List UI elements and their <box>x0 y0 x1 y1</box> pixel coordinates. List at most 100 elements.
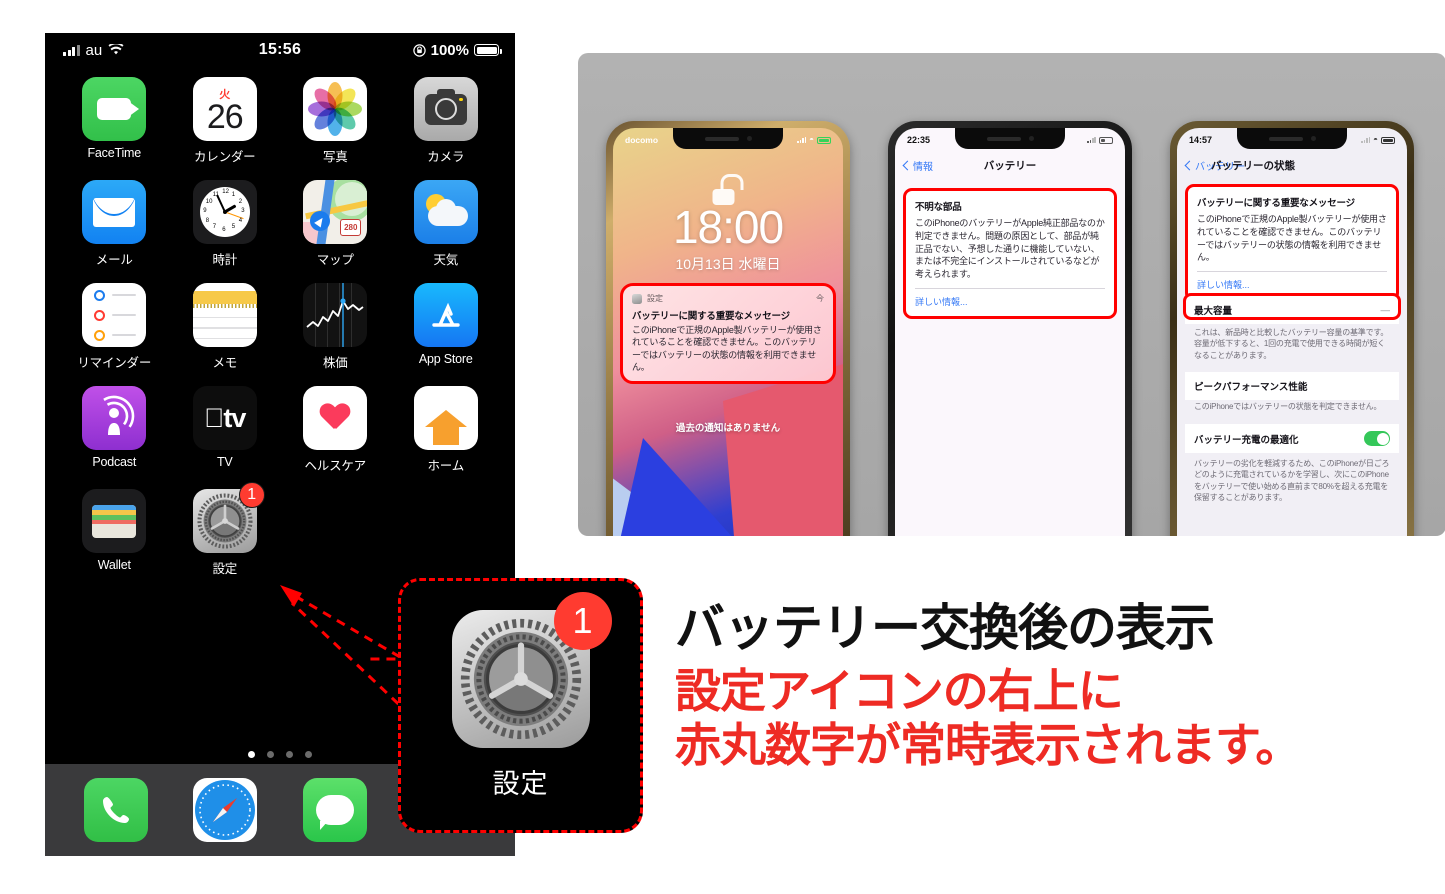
settings-icon-callout: 1 設定 <box>398 578 643 833</box>
app-appstore[interactable]: App Store <box>391 283 502 371</box>
app-podcasts[interactable]: Podcast <box>59 386 170 474</box>
notification-header: 設定 今 <box>632 293 824 304</box>
phone-icon[interactable] <box>83 778 148 842</box>
app-health[interactable]: ヘルスケア <box>280 386 391 474</box>
card-body: このiPhoneのバッテリーがApple純正部品なのか判定できません。問題の原因… <box>915 218 1105 280</box>
max-capacity-value: — <box>1380 304 1391 316</box>
app-notes[interactable]: メモ <box>170 283 281 371</box>
lockscreen-screen: docomo ◓ 18:00 10月13日 水曜日 設定 今 バッテリーに関する… <box>613 128 843 536</box>
cellular-bars-icon <box>1087 137 1096 143</box>
battery-notification[interactable]: 設定 今 バッテリーに関する重要なメッセージ このiPhoneで正規のApple… <box>620 283 836 384</box>
back-button[interactable]: 情報 <box>902 158 933 173</box>
battery-icon <box>1099 136 1113 144</box>
app-label: Wallet <box>97 558 131 572</box>
carrier-label: docomo <box>625 135 659 145</box>
three-phones-photo: docomo ◓ 18:00 10月13日 水曜日 設定 今 バッテリーに関する… <box>578 53 1445 536</box>
app-reminders[interactable]: リマインダー <box>59 283 170 371</box>
app-label: App Store <box>418 352 473 366</box>
important-message-card: バッテリーに関する重要なメッセージ このiPhoneで正規のApple製バッテリ… <box>1185 184 1399 303</box>
app-photos[interactable]: 写真 <box>280 77 391 165</box>
optimized-charging-label: バッテリー充電の最適化 <box>1194 434 1299 446</box>
tv-icon: tv <box>192 386 257 450</box>
app-calendar[interactable]: 火 26 カレンダー <box>170 77 281 165</box>
page-dot-3[interactable] <box>286 751 293 758</box>
wifi-icon: ◓ <box>1373 135 1378 144</box>
more-info-link[interactable]: 詳しい情報... <box>915 295 1105 308</box>
notification-time: 今 <box>816 294 824 303</box>
app-camera[interactable]: カメラ <box>391 77 502 165</box>
app-clock[interactable]: 1 2 3 4 5 6 7 8 9 10 11 12 時計 <box>170 180 281 268</box>
optimized-charging-row[interactable]: バッテリー充電の最適化 <box>1185 424 1399 453</box>
cellular-bars-icon <box>1361 137 1371 143</box>
app-grid: FaceTime 火 26 カレンダー 写真 カメラ メール 1 2 3 4 5… <box>45 77 515 577</box>
battery-icon <box>474 44 502 56</box>
app-label: リマインダー <box>77 356 152 370</box>
notification-app-name: 設定 <box>647 294 663 303</box>
divider <box>915 287 1105 289</box>
calendar-day: 26 <box>206 98 244 136</box>
camera-icon <box>413 77 478 141</box>
optimized-charging-toggle[interactable] <box>1364 431 1390 446</box>
caption-block: バッテリー交換後の表示 設定アイコンの右上に 赤丸数字が常時表示されます。 <box>675 600 1435 773</box>
phone-battery-settings: 22:35 情報 バッテリー 不明な部品 このiPhoneのバッテリーがAppl… <box>888 121 1132 536</box>
wallet-icon <box>82 489 147 553</box>
app-wallet[interactable]: Wallet <box>59 489 170 577</box>
app-tv[interactable]: tv TV <box>170 386 281 474</box>
peak-performance-note: このiPhoneではバッテリーの状態を判定できません。 <box>1194 402 1382 411</box>
settings-icon <box>632 293 642 304</box>
app-label: ホーム <box>427 459 465 473</box>
app-home[interactable]: ホーム <box>391 386 502 474</box>
settings-label-magnified: 設定 <box>492 769 549 799</box>
app-facetime[interactable]: FaceTime <box>59 77 170 165</box>
battery-percent-label: 100% <box>430 41 469 59</box>
max-capacity-row[interactable]: 最大容量 — <box>1185 296 1399 324</box>
settings-badge: 1 <box>238 482 265 508</box>
app-label: カメラ <box>427 150 465 164</box>
app-maps[interactable]: 280 マップ <box>280 180 391 268</box>
maps-icon: 280 <box>303 180 368 244</box>
battery-settings-screen: 22:35 情報 バッテリー 不明な部品 このiPhoneのバッテリーがAppl… <box>895 128 1125 536</box>
app-stocks[interactable]: 株価 <box>280 283 391 371</box>
more-info-link[interactable]: 詳しい情報... <box>1197 278 1387 291</box>
appstore-icon <box>413 283 478 347</box>
app-label: 株価 <box>322 356 348 370</box>
battery-health-screen: 14:57 ◓ バッテリー バッテリーの状態 バッテリーに関する重要なメッセージ… <box>1177 128 1407 536</box>
app-label: FaceTime <box>87 146 141 160</box>
chevron-left-icon <box>902 160 913 170</box>
caption-line-2: 設定アイコンの右上に <box>675 664 1124 718</box>
page-dot-1[interactable] <box>248 751 255 758</box>
peak-performance-label: ピークパフォーマンス性能 <box>1194 382 1308 393</box>
notification-body: このiPhoneで正規のApple製バッテリーが使用されていることを確認できませ… <box>632 325 822 373</box>
app-label: 時計 <box>212 253 238 267</box>
page-dot-4[interactable] <box>305 751 312 758</box>
chevron-left-icon <box>1184 160 1195 170</box>
navigation-bar: 情報 バッテリー <box>895 152 1125 178</box>
app-mail[interactable]: メール <box>59 180 170 268</box>
phone-lockscreen: docomo ◓ 18:00 10月13日 水曜日 設定 今 バッテリーに関する… <box>606 121 850 536</box>
navigation-bar: バッテリー バッテリーの状態 <box>1177 152 1407 178</box>
facetime-icon <box>82 77 147 141</box>
app-label: メモ <box>212 356 238 370</box>
battery-charging-icon <box>817 136 831 144</box>
settings-badge-magnified: 1 <box>553 592 612 650</box>
page-dot-2[interactable] <box>267 751 274 758</box>
safari-icon[interactable] <box>193 778 258 842</box>
card-heading: バッテリーに関する重要なメッセージ <box>1197 198 1355 209</box>
app-label: カレンダー <box>193 150 256 164</box>
app-label: Podcast <box>92 455 137 469</box>
optimized-charging-section: バッテリー充電の最適化 <box>1185 424 1399 453</box>
messages-icon[interactable] <box>302 778 367 842</box>
app-label: ヘルスケア <box>304 459 366 473</box>
back-button[interactable]: バッテリー <box>1184 158 1245 173</box>
back-label: バッテリー <box>1195 161 1245 173</box>
stocks-icon <box>303 283 368 347</box>
battery-status-bar: 22:35 <box>895 130 1125 150</box>
podcasts-icon <box>82 386 147 450</box>
status-bar-time: 14:57 <box>1189 135 1213 145</box>
app-settings[interactable]: 1 設定 <box>170 482 281 577</box>
app-label: TV <box>216 455 233 469</box>
app-label: マップ <box>316 253 354 267</box>
clock-icon: 1 2 3 4 5 6 7 8 9 10 11 12 <box>192 180 257 244</box>
app-label: メール <box>95 253 133 267</box>
app-weather[interactable]: 天気 <box>391 180 502 268</box>
